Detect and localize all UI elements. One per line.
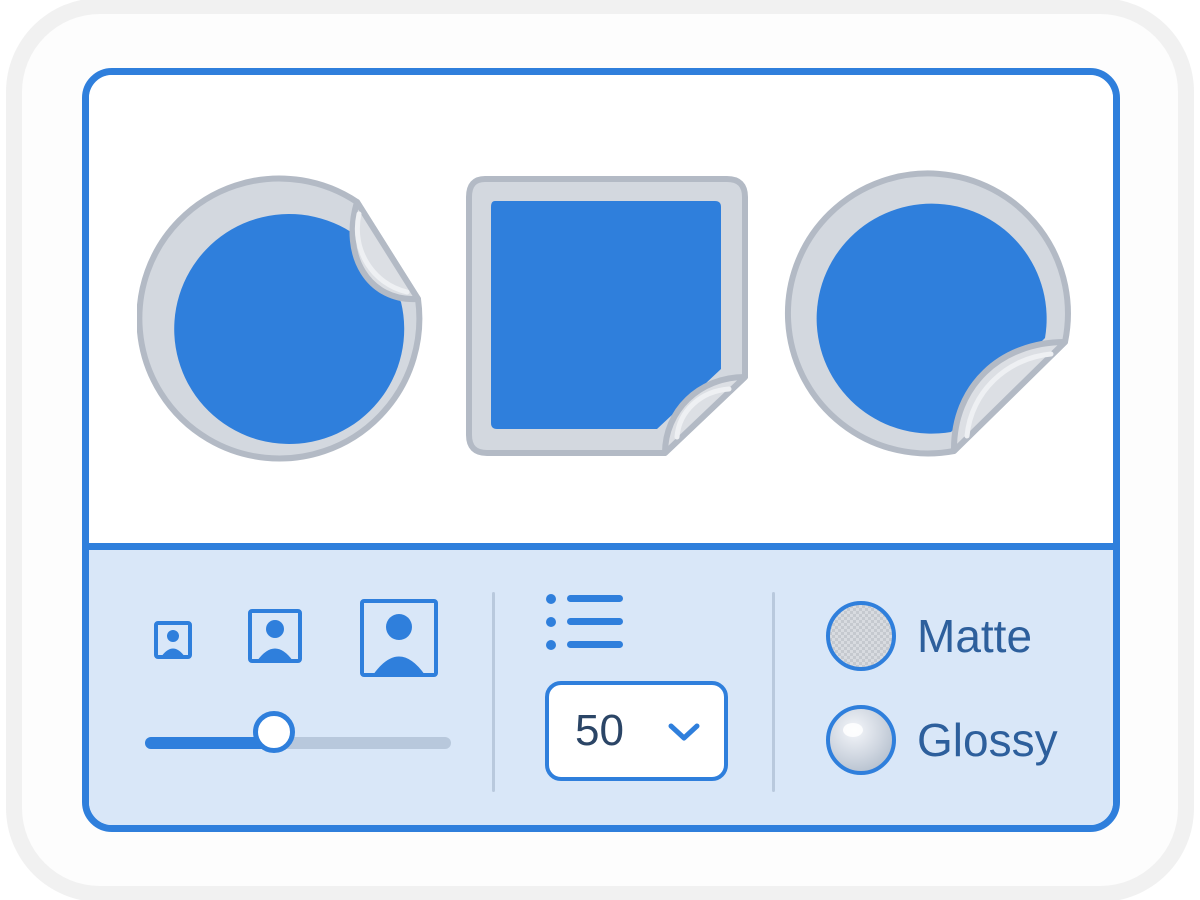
finish-label-glossy: Glossy bbox=[917, 714, 1058, 766]
circle-sticker-option[interactable] bbox=[783, 170, 1083, 470]
list-icon bbox=[546, 594, 623, 650]
chevron-down-icon bbox=[667, 721, 701, 748]
finish-option-matte[interactable]: Matte bbox=[823, 596, 1103, 676]
size-slider-track[interactable] bbox=[145, 737, 451, 749]
quantity-dropdown[interactable]: 50 bbox=[545, 681, 728, 781]
size-small-button[interactable] bbox=[153, 620, 193, 660]
sticker-configurator-window: 50 Matte Glossy bbox=[82, 68, 1120, 832]
portrait-icon bbox=[360, 599, 438, 677]
toolbar-separator bbox=[772, 592, 775, 792]
portrait-icon bbox=[154, 621, 192, 659]
size-large-button[interactable] bbox=[359, 598, 439, 678]
square-sticker-icon bbox=[466, 176, 748, 456]
matte-swatch-icon bbox=[826, 601, 896, 671]
glossy-swatch-icon bbox=[826, 705, 896, 775]
options-toolbar: 50 Matte Glossy bbox=[89, 550, 1113, 825]
sticker-preview-area bbox=[89, 75, 1113, 543]
finish-option-glossy[interactable]: Glossy bbox=[823, 700, 1103, 780]
toolbar-separator bbox=[492, 592, 495, 792]
size-slider-thumb[interactable] bbox=[253, 711, 295, 753]
finish-label-matte: Matte bbox=[917, 610, 1033, 662]
quantity-value: 50 bbox=[575, 706, 624, 755]
section-divider bbox=[89, 543, 1113, 550]
portrait-icon bbox=[248, 609, 302, 663]
circle-sticker-icon bbox=[136, 175, 423, 462]
square-sticker-option[interactable] bbox=[465, 175, 749, 459]
quantity-list-icon bbox=[545, 592, 625, 657]
circle-sticker-icon bbox=[784, 170, 1071, 457]
circle-sticker-option[interactable] bbox=[136, 170, 437, 470]
size-medium-button[interactable] bbox=[247, 608, 303, 664]
